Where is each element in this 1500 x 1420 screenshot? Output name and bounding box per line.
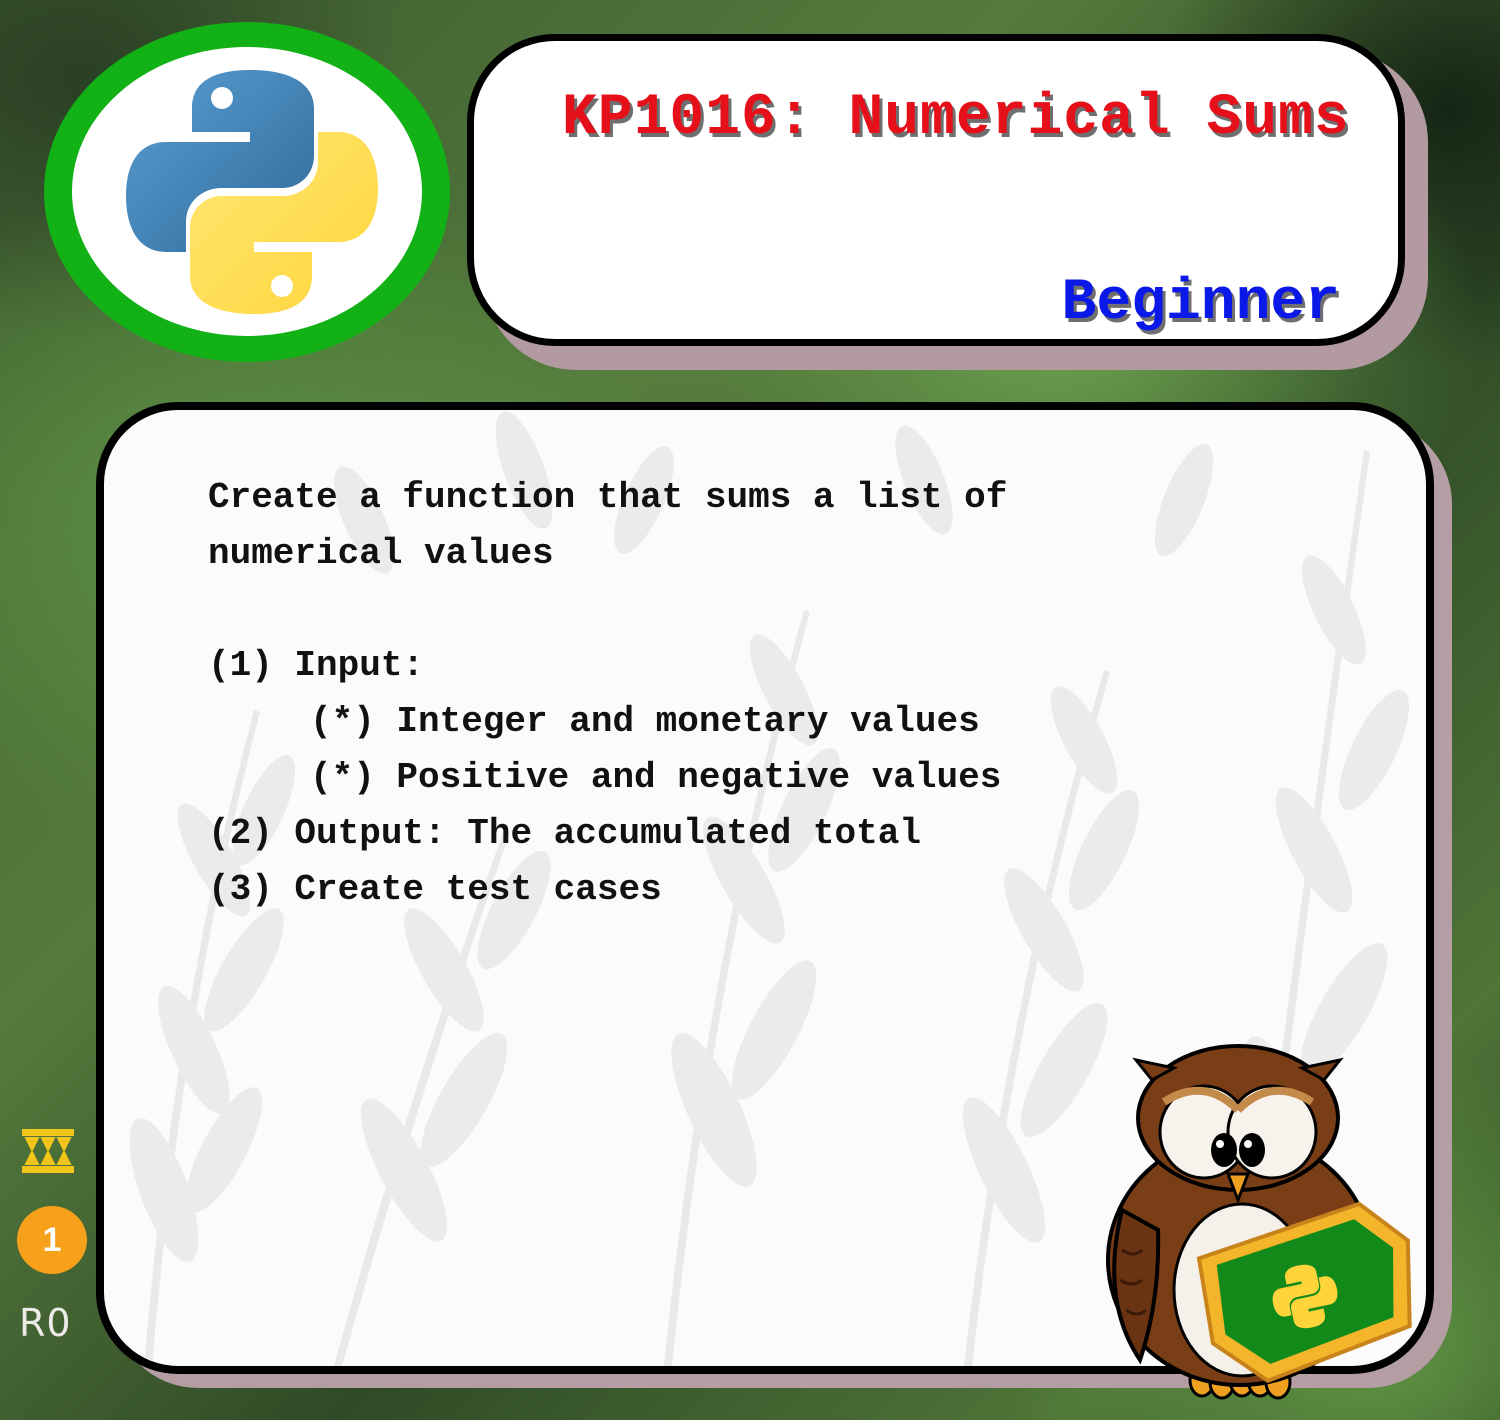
level-label: Beginner [1061, 271, 1340, 336]
requirement-test-cases: (3) Create test cases [208, 869, 662, 910]
requirements-list: (1) Input: (*) Integer and monetary valu… [208, 638, 1001, 918]
owl-mascot-icon [1106, 1044, 1412, 1400]
status-label: R0 [19, 1301, 72, 1345]
requirement-input-integer-monetary: (*) Integer and monetary values [310, 701, 980, 742]
count-badge: 1 [17, 1206, 87, 1274]
triangle-pattern-icon [22, 1129, 74, 1173]
requirement-output: (2) Output: The accumulated total [208, 813, 921, 854]
requirement-input: (1) Input: [208, 645, 425, 686]
python-logo-icon [126, 70, 378, 314]
requirement-input-positive-negative: (*) Positive and negative values [310, 757, 1002, 798]
task-description: Create a function that sums a list of nu… [208, 477, 1008, 574]
card-title: KP1016: Numerical Sums [562, 86, 1350, 151]
